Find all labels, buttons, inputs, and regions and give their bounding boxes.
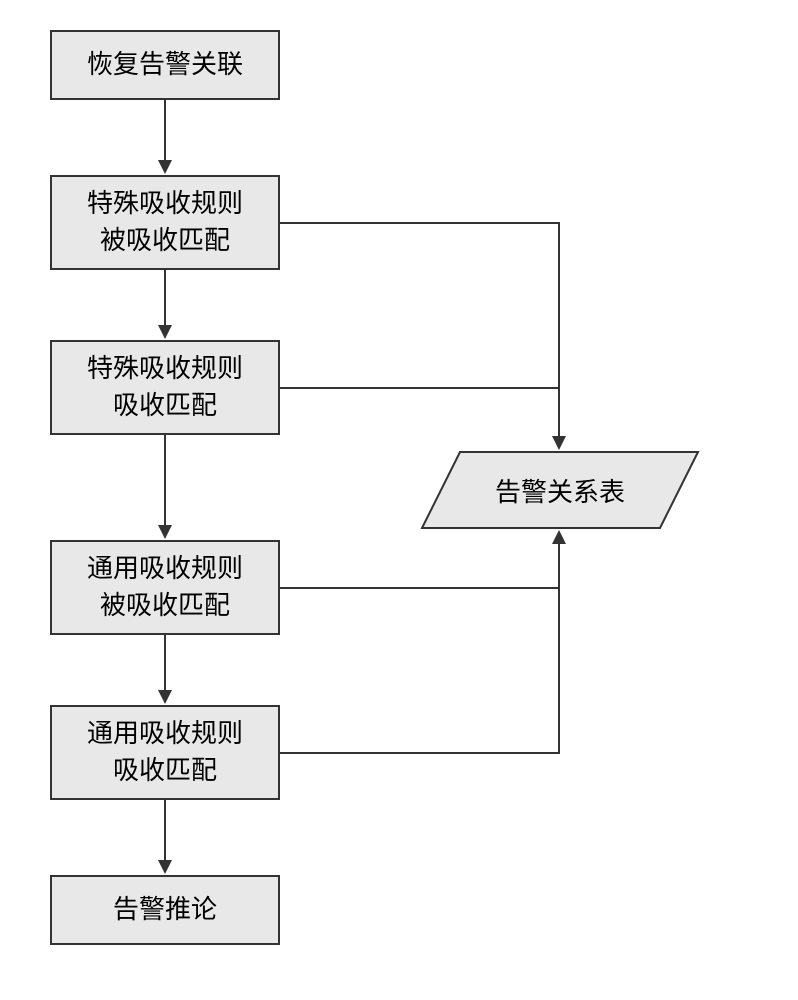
connector-line [558,544,560,754]
arrow-line [164,100,166,160]
connector-line [280,222,560,224]
box-label: 恢复告警关联 [87,47,243,83]
box-label: 告警推论 [113,892,217,928]
arrow-head-icon [552,436,566,450]
arrow-line [164,270,166,325]
arrow-head-icon [158,325,172,339]
connector-line [280,587,560,589]
connector-line [280,387,560,389]
box-general-rule-absorbed-match: 通用吸收规则 被吸收匹配 [50,540,280,635]
box-label: 通用吸收规则 被吸收匹配 [87,551,243,624]
box-alarm-inference: 告警推论 [50,875,280,945]
arrow-head-icon [158,160,172,174]
box-label: 特殊吸收规则 被吸收匹配 [87,186,243,259]
arrow-head-icon [158,525,172,539]
arrow-line [164,635,166,690]
box-label: 特殊吸收规则 吸收匹配 [87,351,243,424]
box-label: 通用吸收规则 吸收匹配 [87,716,243,789]
arrow-line [164,435,166,525]
connector-line [558,222,560,436]
box-alarm-relation-table: 告警关系表 [420,450,700,530]
arrow-head-icon [158,860,172,874]
box-general-rule-absorb-match: 通用吸收规则 吸收匹配 [50,705,280,800]
arrow-head-icon [552,530,566,544]
box-restore-alarm-association: 恢复告警关联 [50,30,280,100]
arrow-line [164,800,166,860]
connector-line [280,752,560,754]
box-special-rule-absorbed-match: 特殊吸收规则 被吸收匹配 [50,175,280,270]
arrow-head-icon [158,690,172,704]
box-label: 告警关系表 [495,472,625,509]
box-special-rule-absorb-match: 特殊吸收规则 吸收匹配 [50,340,280,435]
